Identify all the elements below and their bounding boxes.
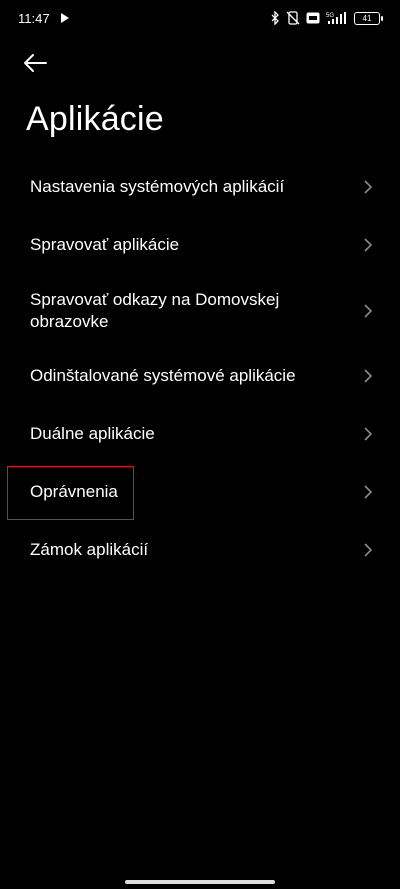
volte-icon — [306, 12, 320, 24]
list-item-label: Nastavenia systémových aplikácií — [30, 177, 285, 196]
list-item-manage-home-shortcuts[interactable]: Spravovať odkazy na Domovskej obrazovke — [0, 274, 400, 347]
back-button[interactable] — [22, 48, 58, 78]
svg-text:5G: 5G — [326, 13, 334, 19]
list-item-app-lock[interactable]: Zámok aplikácií — [0, 521, 400, 579]
status-time: 11:47 — [18, 11, 50, 26]
list-item-label: Spravovať odkazy na Domovskej obrazovke — [30, 289, 280, 331]
battery-indicator: 41 — [354, 11, 383, 25]
home-indicator[interactable] — [125, 880, 275, 884]
mute-vibrate-icon — [286, 11, 300, 25]
status-bar: 11:47 5G 41 — [0, 0, 400, 36]
chevron-right-icon — [364, 485, 373, 499]
chevron-right-icon — [364, 427, 373, 441]
list-item-label: Odinštalované systémové aplikácie — [30, 366, 296, 385]
list-item-uninstalled-system-apps[interactable]: Odinštalované systémové aplikácie — [0, 347, 400, 405]
list-item-dual-apps[interactable]: Duálne aplikácie — [0, 405, 400, 463]
status-icons: 5G 41 — [271, 9, 383, 27]
list-item-system-app-settings[interactable]: Nastavenia systémových aplikácií — [0, 158, 400, 216]
page-title: Aplikácie — [26, 100, 164, 138]
chevron-right-icon — [364, 238, 373, 252]
chevron-right-icon — [364, 543, 373, 557]
chevron-right-icon — [364, 369, 373, 383]
play-notification-icon — [61, 13, 69, 23]
list-item-label: Zámok aplikácií — [30, 540, 149, 559]
bluetooth-icon — [271, 11, 279, 25]
list-item-label: Duálne aplikácie — [30, 424, 155, 443]
list-item-label: Spravovať aplikácie — [30, 235, 180, 254]
chevron-right-icon — [364, 303, 373, 318]
chevron-right-icon — [364, 180, 373, 194]
highlight-box — [7, 466, 134, 520]
list-item-manage-apps[interactable]: Spravovať aplikácie — [0, 216, 400, 274]
signal-5g-icon: 5G — [326, 12, 346, 24]
arrow-left-icon — [24, 54, 47, 72]
